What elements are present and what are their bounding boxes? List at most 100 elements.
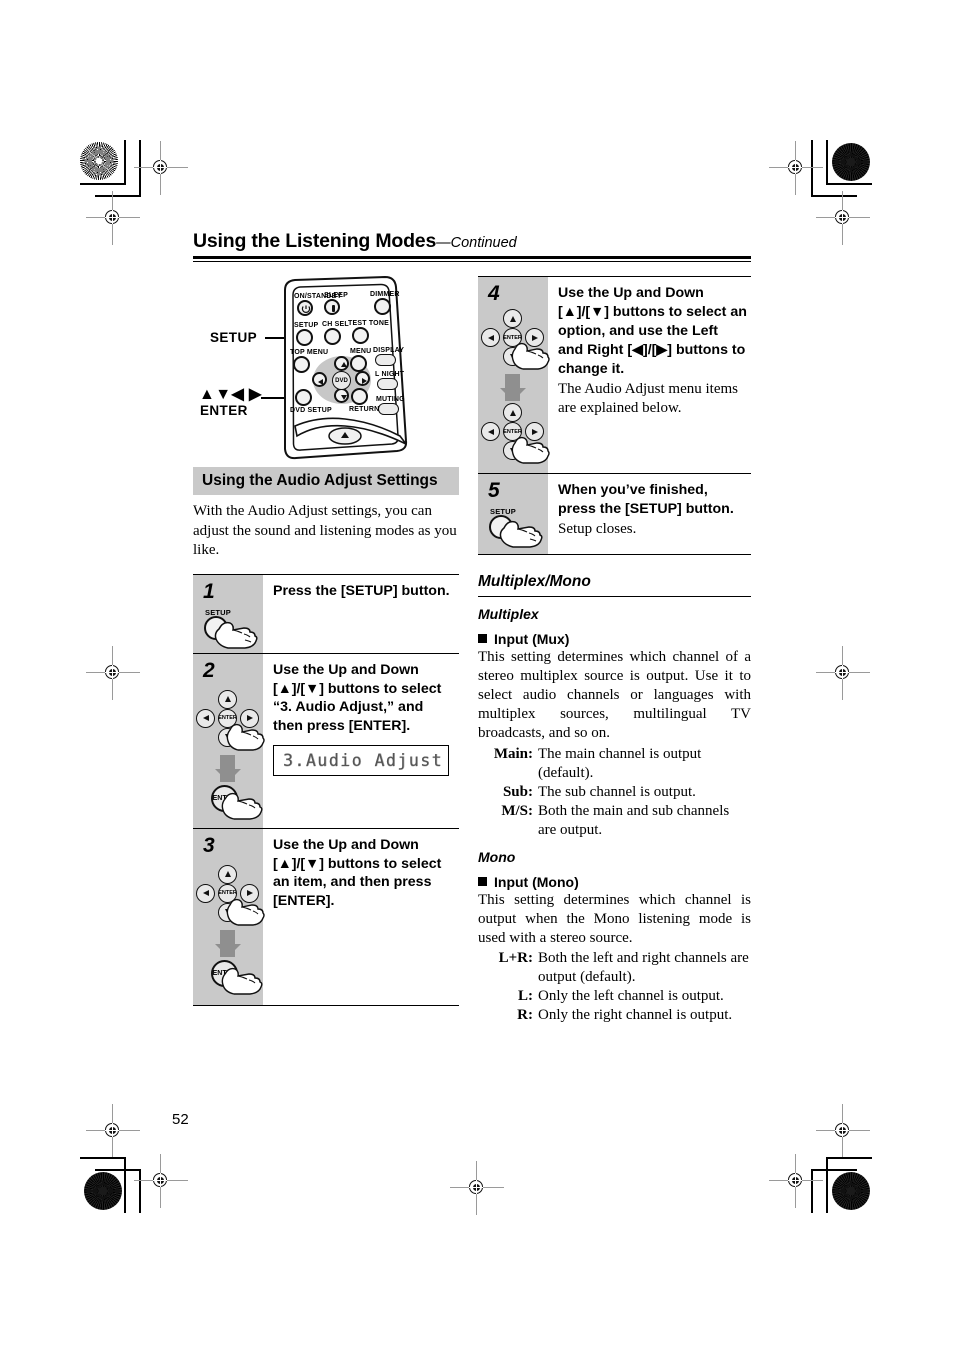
step-4-right-button[interactable] xyxy=(525,328,544,348)
registration-mark-left-middle xyxy=(86,646,140,700)
page-title-continued: —Continued xyxy=(436,235,517,251)
multiplex-def-main-desc: The main channel is output (default). xyxy=(538,745,702,781)
crop-corner-bottom-right-v2 xyxy=(811,1169,813,1213)
step-4-down-button-2[interactable] xyxy=(503,441,522,461)
mono-heading: Mono xyxy=(478,848,516,865)
step-2-down-button[interactable] xyxy=(218,727,237,747)
step-3-right-button[interactable] xyxy=(240,883,259,903)
mono-def-l-term: L: xyxy=(518,987,533,1004)
remote-control-illustration: SETUP ▲▼◀ ▶ ENTER ON/STANDBY SLEEP DIMME… xyxy=(193,276,459,461)
crop-corner-bottom-right-v xyxy=(826,1157,828,1213)
header-rule-thin xyxy=(193,261,751,263)
multiplex-def-main-term: Main: xyxy=(493,745,533,762)
crop-corner-top-left-v2 xyxy=(139,140,141,196)
crop-corner-bottom-left-v2 xyxy=(139,1169,141,1213)
step-2-enter-label: ENTER xyxy=(218,715,237,722)
callout-label-enter: ENTER xyxy=(200,403,248,419)
step-2-flow-arrow-icon xyxy=(214,754,241,782)
multiplex-def-ms-term: M/S: xyxy=(501,802,533,819)
step-4-flow-arrow-icon xyxy=(499,374,526,402)
remote-button-enter-center-label: DVD xyxy=(335,377,348,384)
step-4-enter-button[interactable]: ENTER xyxy=(503,328,522,348)
crop-corner-top-left-h xyxy=(80,183,126,185)
page-title: Using the Listening Modes xyxy=(193,230,437,252)
step-row-3: 3 ENTER ENTER Use the Up and Down [▲]/[▼… xyxy=(193,828,459,1006)
crop-corner-top-right-v2 xyxy=(811,140,813,196)
step-2-up-button[interactable] xyxy=(218,689,237,709)
remote-button-display[interactable] xyxy=(375,354,396,367)
step-4-instruction: Use the Up and Down [▲]/[▼] buttons to s… xyxy=(558,285,747,377)
step-4-left-button[interactable] xyxy=(481,328,500,348)
remote-button-muting[interactable] xyxy=(378,403,399,416)
step-3-left-button[interactable] xyxy=(196,883,215,903)
bullet-square-icon-mono xyxy=(478,876,487,886)
step-4-up-button-2[interactable] xyxy=(503,403,522,423)
step-2-enter-button[interactable]: ENTER xyxy=(218,708,237,728)
registration-mark-left-lower xyxy=(86,1104,140,1158)
step-5-art-panel: 5 SETUP xyxy=(478,474,548,555)
step-1-setup-button[interactable] xyxy=(204,615,228,640)
step-2-instruction: Use the Up and Down [▲]/[▼] buttons to s… xyxy=(273,661,442,735)
step-3-down-button[interactable] xyxy=(218,902,237,922)
left-column: SETUP ▲▼◀ ▶ ENTER ON/STANDBY SLEEP DIMME… xyxy=(193,276,459,1006)
crop-corner-bottom-left-h2 xyxy=(95,1169,141,1171)
callout-label-setup: SETUP xyxy=(210,330,258,346)
manual-page: Using the Listening Modes—Continued SETU… xyxy=(193,230,751,1023)
step-4-content: Use the Up and Down [▲]/[▼] buttons to s… xyxy=(548,277,751,427)
registration-mark-right-upper xyxy=(816,191,870,245)
step-4-down-button[interactable] xyxy=(503,347,522,367)
mono-def-l: L: Only the left channel is output. xyxy=(478,987,751,1006)
step-5-number: 5 xyxy=(488,479,500,503)
step-4-art-panel: 4 ENTER ENTER xyxy=(478,277,550,474)
step-4-enter-button-2[interactable]: ENTER xyxy=(503,422,522,442)
step-2-art-panel: 2 ENTER ENTER xyxy=(193,653,265,828)
step-4-up-button[interactable] xyxy=(503,309,522,329)
step-5-note: Setup closes. xyxy=(558,520,637,537)
steps-list-right: 4 ENTER ENTER Use the Up and Down [▲]/[▼… xyxy=(478,276,751,556)
multiplex-def-sub: Sub: The sub channel is output. xyxy=(478,783,751,802)
section-heading-audio-adjust: Using the Audio Adjust Settings xyxy=(193,467,459,496)
step-3-number: 3 xyxy=(203,833,215,857)
step-3-art-panel: 3 ENTER ENTER xyxy=(193,828,265,1005)
remote-label-menu: MENU xyxy=(350,348,372,356)
step-2-right-button[interactable] xyxy=(240,708,259,728)
step-2-enter-confirm-label: ENTER xyxy=(212,794,237,802)
step-3-enter-confirm-label: ENTER xyxy=(212,969,237,977)
callout-label-arrows: ▲▼◀ ▶ xyxy=(199,386,262,404)
multiplex-def-main: Main: The main channel is output (defaul… xyxy=(478,745,751,783)
remote-label-test-tone: TEST TONE xyxy=(348,320,389,328)
step-5-content: When you’ve finished, press the [SETUP] … xyxy=(548,474,751,548)
steps-list-left: 1 SETUP Press the [SETUP] button. 2 ENTE… xyxy=(193,573,459,1006)
remote-label-l-night: L NIGHT xyxy=(375,371,405,379)
multiplex-def-sub-term: Sub: xyxy=(502,783,533,800)
mono-def-r-term: R: xyxy=(517,1007,533,1024)
step-2-enter-button-confirm[interactable]: ENTER xyxy=(211,784,238,812)
step-3-enter-button-confirm[interactable]: ENTER xyxy=(211,959,238,987)
step-1-content: Press the [SETUP] button. xyxy=(263,575,459,610)
remote-label-display: DISPLAY xyxy=(373,347,405,355)
mono-def-lr-term: L+R: xyxy=(498,949,533,966)
step-row-4: 4 ENTER ENTER Use the Up and Down [▲]/[▼… xyxy=(478,277,751,475)
remote-button-on-standby[interactable] xyxy=(297,300,313,317)
step-5-instruction: When you’ve finished, press the [SETUP] … xyxy=(558,482,734,518)
mono-def-l-desc: Only the left channel is output. xyxy=(538,987,724,1004)
step-3-up-button[interactable] xyxy=(218,864,237,884)
remote-button-l-night[interactable] xyxy=(377,378,398,391)
multiplex-definitions: Main: The main channel is output (defaul… xyxy=(478,745,751,840)
registration-starburst-bottom-left xyxy=(84,1172,122,1210)
page-header: Using the Listening Modes—Continued xyxy=(193,230,751,263)
crop-corner-top-right-h2 xyxy=(811,195,857,197)
step-3-enter-button[interactable]: ENTER xyxy=(218,883,237,903)
remote-label-ch-sel: CH SEL xyxy=(322,321,349,329)
registration-starburst-bottom-right xyxy=(832,1172,870,1210)
step-4-left-button-2[interactable] xyxy=(481,422,500,442)
step-2-left-button[interactable] xyxy=(196,708,215,728)
step-4-enter-label: ENTER xyxy=(503,334,522,341)
step-4-right-button-2[interactable] xyxy=(525,422,544,442)
crop-corner-top-right-v xyxy=(826,140,828,185)
step-3-enter-label: ENTER xyxy=(218,890,237,897)
step-5-setup-button[interactable] xyxy=(489,515,513,540)
multiplex-def-ms: M/S: Both the main and sub channels are … xyxy=(478,802,751,840)
step-1-number: 1 xyxy=(203,579,215,603)
registration-mark-bottom-left xyxy=(134,1154,188,1208)
